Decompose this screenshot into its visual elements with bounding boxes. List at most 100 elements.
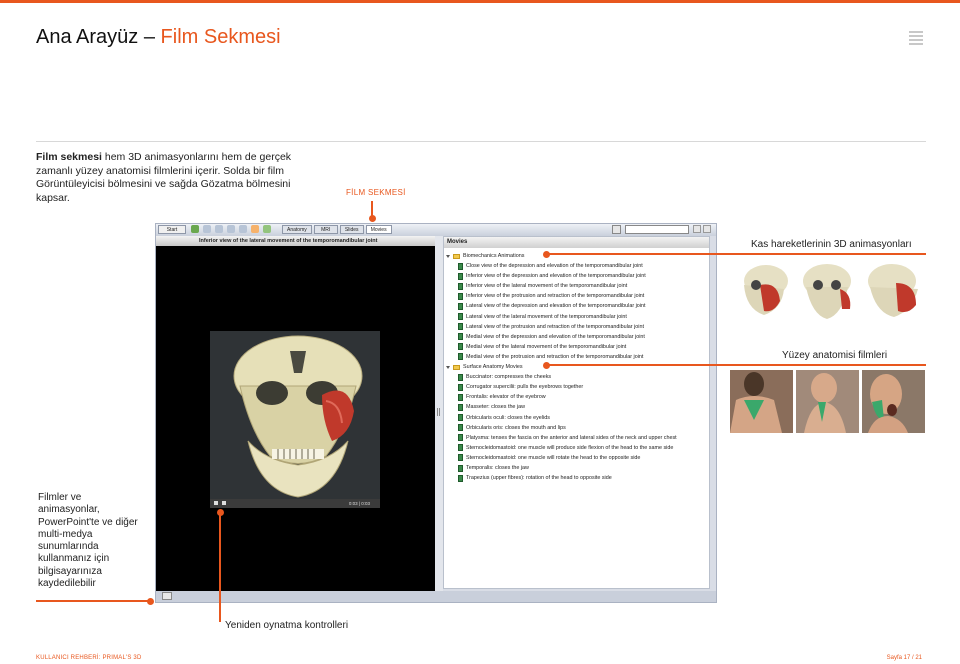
stop-icon[interactable] xyxy=(222,501,226,505)
film-icon xyxy=(458,403,463,411)
footer-guide-title: KULLANICI REHBERİ: PRIMAL'S 3D xyxy=(36,655,142,661)
tree-label: Medial view of the depression and elevat… xyxy=(466,333,645,340)
tab-slides[interactable]: Slides xyxy=(339,225,364,234)
expand-icon[interactable] xyxy=(446,365,450,369)
tree-label: Orbicularis oris: closes the mouth and l… xyxy=(466,424,566,431)
surface-thumbnail-2 xyxy=(796,370,859,433)
tab-bar: Anatomy MRI Slides Movies xyxy=(282,225,392,235)
tree-item[interactable]: Orbicularis oculi: closes the eyelids xyxy=(444,413,709,423)
tree-item[interactable]: Lateral view of the lateral movement of … xyxy=(444,312,709,322)
tree-label: Platysma: tenses the fascia on the anter… xyxy=(466,434,677,441)
tree-label: Frontalis: elevator of the eyebrow xyxy=(466,394,546,401)
pane-splitter[interactable] xyxy=(435,236,443,591)
tree-label: Close view of the depression and elevati… xyxy=(466,263,643,270)
intro-paragraph: Film sekmesi hem 3D animasyonlarını hem … xyxy=(36,151,292,204)
copy-icon[interactable] xyxy=(239,225,247,233)
tree-item[interactable]: Medial view of the lateral movement of t… xyxy=(444,342,709,352)
tree-label: Orbicularis oculi: closes the eyelids xyxy=(466,414,550,421)
export-button[interactable] xyxy=(162,592,172,600)
tree-item[interactable]: Lateral view of the protrusion and retra… xyxy=(444,322,709,332)
tree-item[interactable]: Sternocleidomastoid: one muscle will pro… xyxy=(444,443,709,453)
tree-item[interactable]: Lateral view of the depression and eleva… xyxy=(444,301,709,311)
tree-item[interactable]: Orbicularis oris: closes the mouth and l… xyxy=(444,423,709,433)
tree-item[interactable]: Platysma: tenses the fascia on the anter… xyxy=(444,433,709,443)
back-icon[interactable] xyxy=(191,225,199,233)
save-icon[interactable] xyxy=(251,225,259,233)
tree-item[interactable]: Inferior view of the depression and elev… xyxy=(444,271,709,281)
annotation-save-movies: Filmler ve animasyonlar, PowerPoint'te v… xyxy=(38,492,138,590)
search-input[interactable] xyxy=(625,225,689,234)
play-icon[interactable] xyxy=(214,501,218,505)
surface-thumbnail-1 xyxy=(730,370,793,433)
status-bar xyxy=(156,591,716,602)
search-icon[interactable] xyxy=(612,225,621,234)
menu-icon[interactable] xyxy=(909,31,923,47)
tab-mri[interactable]: MRI xyxy=(313,225,338,234)
page-title: Ana Arayüz – Film Sekmesi xyxy=(36,26,281,48)
forward-icon[interactable] xyxy=(203,225,211,233)
time-display: 0:03 | 0:03 xyxy=(348,501,370,506)
film-icon xyxy=(458,262,463,270)
tree-label: Corrugator supercilii: pulls the eyebrow… xyxy=(466,384,584,391)
film-icon xyxy=(458,434,463,442)
film-icon xyxy=(458,474,463,482)
tree-item[interactable]: Inferior view of the protrusion and retr… xyxy=(444,291,709,301)
tree-item[interactable]: Medial view of the protrusion and retrac… xyxy=(444,352,709,362)
tree-item[interactable]: Buccinator: compresses the cheeks xyxy=(444,372,709,382)
film-icon xyxy=(458,343,463,351)
help-icon[interactable] xyxy=(263,225,271,233)
tree-item[interactable]: Medial view of the depression and elevat… xyxy=(444,332,709,342)
divider xyxy=(36,141,926,142)
home-icon[interactable] xyxy=(215,225,223,233)
folder-icon xyxy=(453,364,460,370)
film-icon xyxy=(458,323,463,331)
print-icon[interactable] xyxy=(227,225,235,233)
tree-label: Biomechanics Animations xyxy=(463,253,525,259)
tree-label: Inferior view of the depression and elev… xyxy=(466,273,646,280)
tree-item[interactable]: Masseter: closes the jaw xyxy=(444,402,709,412)
tree-item[interactable]: Inferior view of the lateral movement of… xyxy=(444,281,709,291)
tree-item[interactable]: Corrugator supercilii: pulls the eyebrow… xyxy=(444,382,709,392)
callout-line xyxy=(36,600,150,602)
annotation-surface-movies: Yüzey anatomisi filmleri xyxy=(782,350,888,361)
callout-dot xyxy=(542,250,550,258)
tree-label: Inferior view of the protrusion and retr… xyxy=(466,293,645,300)
annotation-playback-controls: Yeniden oynatma kontrolleri xyxy=(225,620,349,631)
movies-browser-pane: Movies Biomechanics Animations Close view… xyxy=(443,236,710,589)
app-window: Start Anatomy MRI Slides Movies Inferior… xyxy=(155,223,717,603)
video-frame[interactable] xyxy=(210,331,380,499)
annotation-3d-animations: Kas hareketlerinin 3D animasyonları xyxy=(751,239,912,250)
tree-label: Trapezius (upper fibres): rotation of th… xyxy=(466,475,612,482)
film-icon xyxy=(458,383,463,391)
tree-item[interactable]: Sternocleidomastoid: one muscle will rot… xyxy=(444,453,709,463)
viewer-title: Inferior view of the lateral movement of… xyxy=(156,236,435,246)
film-icon xyxy=(458,353,463,361)
tree-item[interactable]: Temporalis: closes the jaw xyxy=(444,463,709,473)
expand-icon[interactable] xyxy=(446,254,450,258)
tree-label: Medial view of the protrusion and retrac… xyxy=(466,353,644,360)
tree-item[interactable]: Close view of the depression and elevati… xyxy=(444,261,709,271)
tree-label: Lateral view of the lateral movement of … xyxy=(466,313,627,320)
tree-label: Masseter: closes the jaw xyxy=(466,404,526,411)
close-icon[interactable] xyxy=(703,225,711,233)
callout-dot xyxy=(216,509,224,516)
callout-dot xyxy=(542,361,550,369)
movie-viewer-pane: Inferior view of the lateral movement of… xyxy=(156,236,435,591)
callout-dot xyxy=(147,597,154,605)
animation-thumbnail-1 xyxy=(730,259,793,322)
start-button[interactable]: Start xyxy=(158,225,186,234)
tree-item[interactable]: Trapezius (upper fibres): rotation of th… xyxy=(444,473,709,483)
tree-label: Temporalis: closes the jaw xyxy=(466,464,529,471)
film-icon xyxy=(458,272,463,280)
callout-line xyxy=(546,364,926,366)
film-icon xyxy=(458,333,463,341)
tab-movies[interactable]: Movies xyxy=(365,225,392,234)
playback-controls: 0:03 | 0:03 xyxy=(210,499,380,508)
film-icon xyxy=(458,424,463,432)
tree-item[interactable]: Frontalis: elevator of the eyebrow xyxy=(444,392,709,402)
animation-thumbnail-2 xyxy=(796,259,859,322)
film-icon xyxy=(458,454,463,462)
tab-anatomy[interactable]: Anatomy xyxy=(282,225,312,234)
callout-dot xyxy=(368,215,376,222)
minimize-icon[interactable] xyxy=(693,225,701,233)
